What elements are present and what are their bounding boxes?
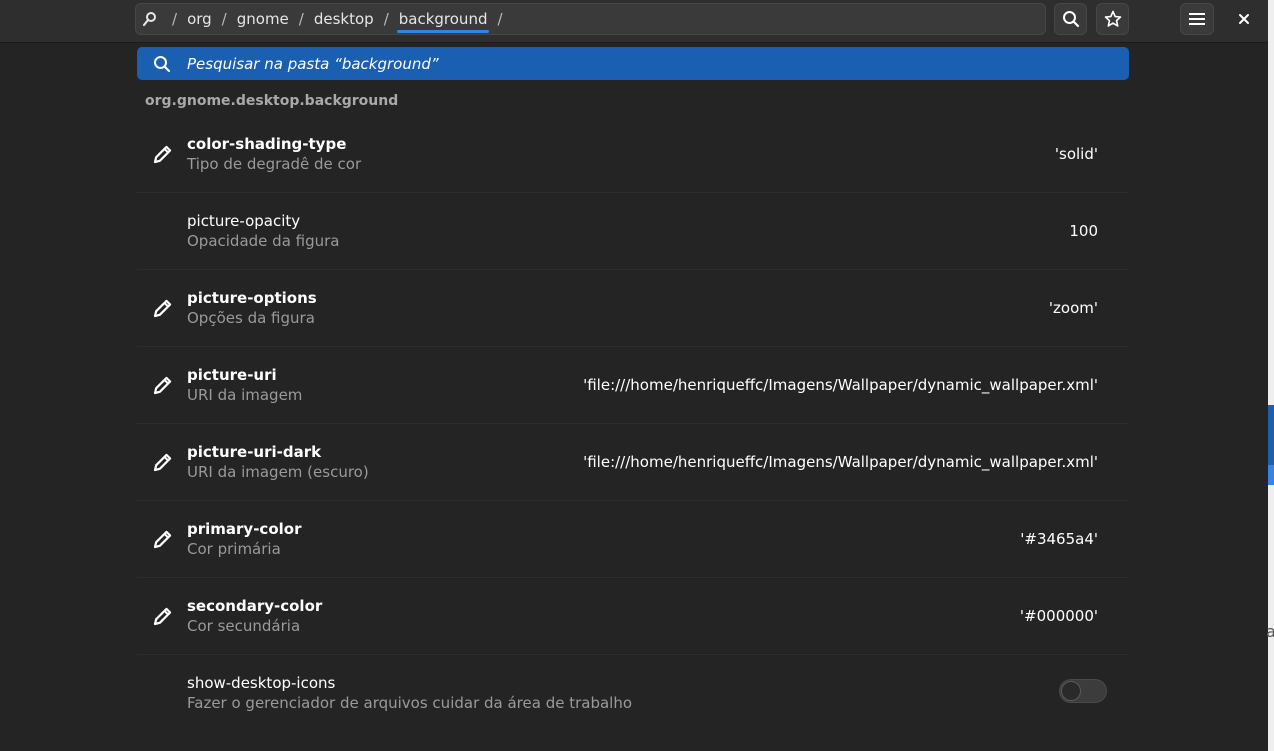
key-description: URI da imagem (escuro) xyxy=(187,463,369,481)
key-value: 100 xyxy=(1069,222,1098,240)
path-separator: / xyxy=(221,10,227,28)
main-menu-button[interactable] xyxy=(1180,3,1214,35)
key-description: Opções da figura xyxy=(187,309,315,327)
key-description: Cor secundária xyxy=(187,617,301,635)
header-bar: / org / gnome / desktop / background / xyxy=(0,0,1268,43)
key-value: '#3465a4' xyxy=(1020,530,1098,548)
path-segment-desktop[interactable]: desktop xyxy=(312,4,376,34)
key-row-show-desktop-icons[interactable]: show-desktop-icons Fazer o gerenciador d… xyxy=(137,655,1129,732)
pencil-icon xyxy=(153,530,172,549)
star-icon xyxy=(1104,10,1121,27)
search-icon xyxy=(154,55,171,72)
key-name: show-desktop-icons xyxy=(187,674,336,692)
pencil-icon xyxy=(153,299,172,318)
dconf-editor-window: / org / gnome / desktop / background / P… xyxy=(0,0,1274,751)
path-bar[interactable]: / org / gnome / desktop / background / xyxy=(135,3,1046,35)
adjacent-window-glyph: a xyxy=(1266,622,1274,641)
adjacent-window-accent-light xyxy=(1268,465,1274,485)
path-root-button[interactable] xyxy=(136,4,164,34)
close-button[interactable] xyxy=(1228,3,1260,35)
search-button[interactable] xyxy=(1054,3,1087,35)
key-description: Fazer o gerenciador de arquivos cuidar d… xyxy=(187,694,633,712)
key-description: URI da imagem xyxy=(187,386,303,404)
key-description: Opacidade da figura xyxy=(187,232,340,250)
key-name: picture-opacity xyxy=(187,212,301,230)
key-value: '#000000' xyxy=(1019,607,1098,625)
search-icon xyxy=(1062,11,1079,28)
pencil-icon xyxy=(153,145,172,164)
key-value: 'file:///home/henriqueffc/Imagens/Wallpa… xyxy=(583,453,1098,471)
key-description: Cor primária xyxy=(187,540,281,558)
key-row-picture-options[interactable]: picture-options Opções da figura 'zoom' xyxy=(137,270,1129,347)
path-segment-gnome[interactable]: gnome xyxy=(235,4,291,34)
key-value: 'zoom' xyxy=(1048,299,1098,317)
key-name: secondary-color xyxy=(187,597,323,615)
switch-knob xyxy=(1061,681,1081,701)
schema-title: org.gnome.desktop.background xyxy=(145,93,399,109)
search-folder-icon xyxy=(142,12,156,27)
key-row-secondary-color[interactable]: secondary-color Cor secundária '#000000' xyxy=(137,578,1129,655)
search-bar[interactable]: Pesquisar na pasta “background” xyxy=(137,47,1129,80)
key-name: color-shading-type xyxy=(187,135,347,153)
path-segment-org[interactable]: org xyxy=(185,4,214,34)
pencil-icon xyxy=(153,376,172,395)
path-segment-background[interactable]: background xyxy=(396,4,490,34)
hamburger-menu-icon xyxy=(1189,13,1205,25)
key-name: primary-color xyxy=(187,520,302,538)
key-name: picture-uri-dark xyxy=(187,443,322,461)
path-separator: / xyxy=(383,10,389,28)
search-input[interactable]: Pesquisar na pasta “background” xyxy=(187,55,439,73)
search-bar-icon-wrap xyxy=(137,55,187,73)
pencil-icon xyxy=(153,607,172,626)
key-value: 'solid' xyxy=(1054,145,1098,163)
key-value: 'file:///home/henriqueffc/Imagens/Wallpa… xyxy=(583,376,1098,394)
path-separator: / xyxy=(298,10,304,28)
path-separator: / xyxy=(497,10,503,28)
key-row-primary-color[interactable]: primary-color Cor primária '#3465a4' xyxy=(137,501,1129,578)
bookmark-button[interactable] xyxy=(1096,3,1129,35)
key-row-color-shading-type[interactable]: color-shading-type Tipo de degradê de co… xyxy=(137,116,1129,193)
key-description: Tipo de degradê de cor xyxy=(187,155,362,173)
key-name: picture-options xyxy=(187,289,317,307)
close-icon xyxy=(1239,14,1249,24)
path-separator: / xyxy=(172,10,178,28)
key-row-picture-uri-dark[interactable]: picture-uri-dark URI da imagem (escuro) … xyxy=(137,424,1129,501)
key-row-picture-opacity[interactable]: picture-opacity Opacidade da figura 100 xyxy=(137,193,1129,270)
key-name: picture-uri xyxy=(187,366,277,384)
show-desktop-icons-switch[interactable] xyxy=(1059,679,1107,703)
key-list: color-shading-type Tipo de degradê de co… xyxy=(137,116,1129,732)
pencil-icon xyxy=(153,453,172,472)
key-row-picture-uri[interactable]: picture-uri URI da imagem 'file:///home/… xyxy=(137,347,1129,424)
